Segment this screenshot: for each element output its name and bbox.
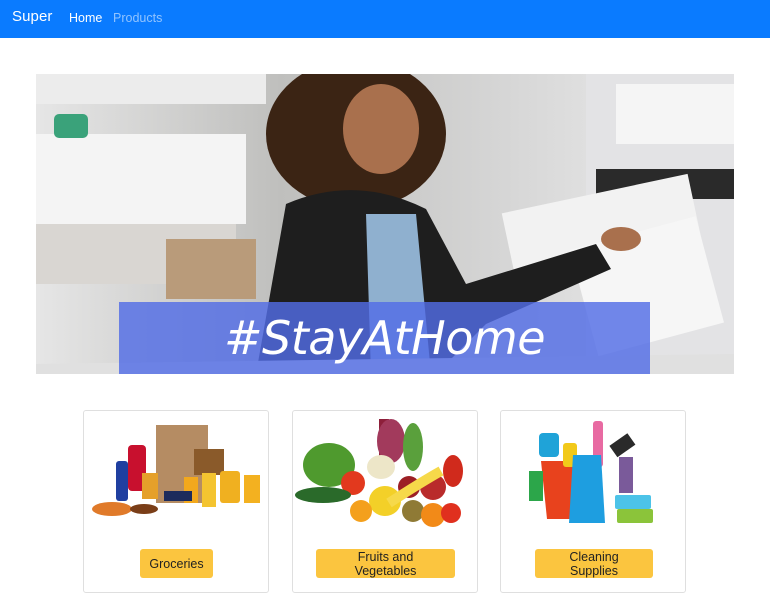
fruits-and-vegetables-button[interactable]: Fruits and Vegetables bbox=[316, 549, 455, 578]
groceries-image bbox=[92, 425, 260, 516]
nav-link-products[interactable]: Products bbox=[113, 11, 162, 25]
fruits-vegetables-image bbox=[295, 419, 463, 527]
top-navbar: Super Home Products bbox=[0, 0, 770, 38]
stay-at-home-banner: #StayAtHome bbox=[119, 302, 650, 374]
category-card-fruits-vegetables: Fruits and Vegetables bbox=[292, 410, 478, 593]
hero-banner-image: #StayAtHome bbox=[36, 74, 734, 374]
hero-banner-text: #StayAtHome bbox=[223, 311, 546, 365]
category-card-cleaning-supplies: Cleaning Supplies bbox=[500, 410, 686, 593]
groceries-button[interactable]: Groceries bbox=[140, 549, 213, 578]
brand-logo[interactable]: Super bbox=[12, 8, 53, 25]
cleaning-supplies-image bbox=[529, 421, 653, 523]
category-card-groceries: Groceries bbox=[83, 410, 269, 593]
nav-link-home[interactable]: Home bbox=[69, 11, 102, 25]
cleaning-supplies-button[interactable]: Cleaning Supplies bbox=[535, 549, 653, 578]
